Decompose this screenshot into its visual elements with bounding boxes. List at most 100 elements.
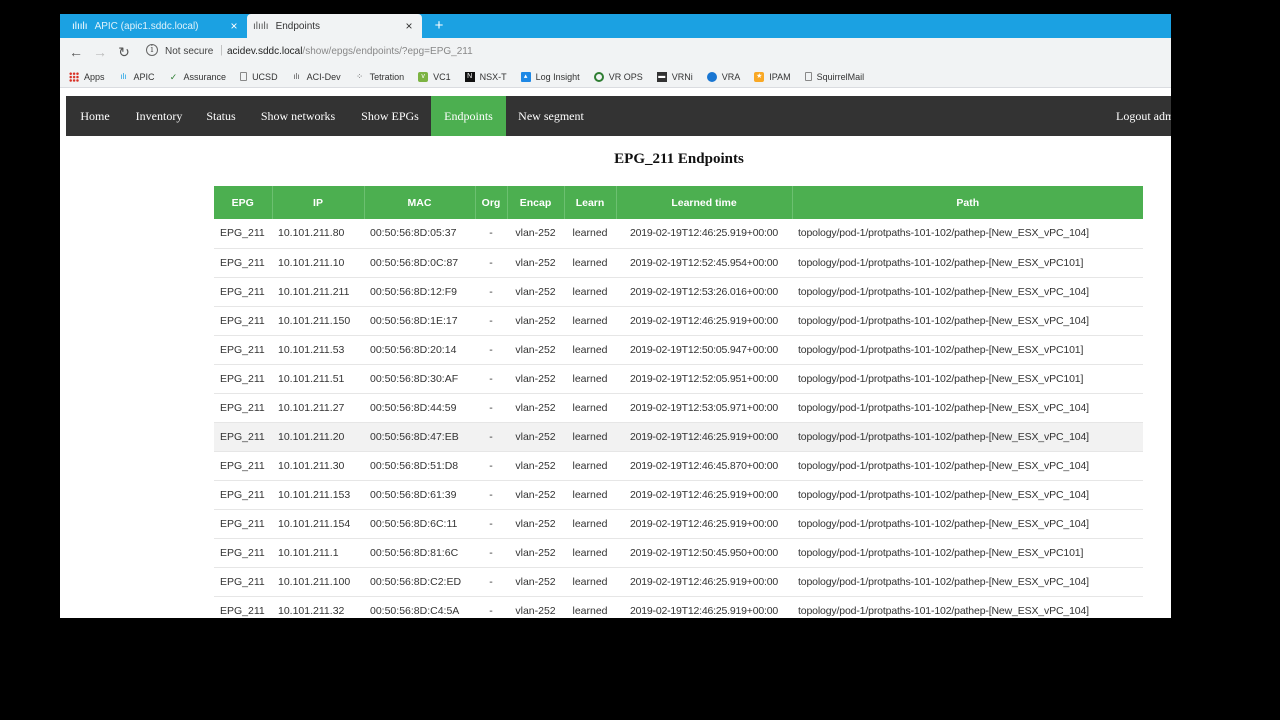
cell-learn: learned [564,364,616,394]
header-learn[interactable]: Learn [564,186,617,219]
close-tab-icon[interactable]: × [227,18,241,34]
bookmarks-bar: Apps ılı APIC ✓ Assurance UCSD ılı ACI-Dev … [60,66,1171,88]
cell-ip: 10.101.211.51 [272,364,364,394]
cell-encap: vlan-252 [507,393,564,423]
cell-encap: vlan-252 [507,509,564,539]
table-row[interactable]: EPG_211 10.101.211.32 00:50:56:8D:C4:5A - vl… [214,596,1143,618]
tab-endpoints[interactable]: ılıılı Endpoints × [247,14,422,38]
table-row[interactable]: EPG_211 10.101.211.80 00:50:56:8D:05:37- vl… [214,219,1143,249]
back-arrow-icon[interactable]: ← [67,43,85,61]
table-row[interactable]: EPG_211 10.101.211.211 00:50:56:8D:12:F9- v… [214,277,1143,307]
cell-path: topology/pod-1/protpaths-101-102/pathep-… [792,567,1143,597]
bookmark-squirrelmail[interactable]: SquirrelMail [804,72,864,82]
bookmark-aci-dev[interactable]: ılı ACI-Dev [292,72,340,82]
security-label[interactable]: Not secure [165,46,213,57]
table-row[interactable]: EPG_211 10.101.211.51 00:50:56:8D:30:AF - vl… [214,364,1143,394]
nav-home[interactable]: Home [71,96,119,136]
cisco-icon: ılıılı [253,20,269,32]
table-row[interactable]: EPG_211 10.101.211.153 00:50:56:8D:61:39- v… [214,480,1143,510]
table-row[interactable]: EPG_211 10.101.211.20 00:50:56:8D:47:EB - vl… [214,422,1143,452]
bookmark-ipam[interactable]: ★ IPAM [754,71,791,82]
bookmark-label: APIC [133,71,155,82]
nav-show-networks[interactable]: Show networks [253,96,343,136]
bookmark-vra[interactable]: VRA [706,71,740,82]
cell-learn: learned [564,219,616,249]
bookmark-apic[interactable]: ılı APIC [119,71,155,82]
bookmark-apps[interactable]: Apps [69,71,105,82]
tab-apic[interactable]: ılıılı APIC (apic1.sddc.local) × [72,14,247,38]
nav-endpoints[interactable]: Endpoints [431,96,506,136]
cell-epg: EPG_211 [214,422,272,452]
table-row[interactable]: EPG_211 10.101.211.27 00:50:56:8D:44:59- vl… [214,393,1143,423]
globe-icon [706,71,717,82]
bookmark-vr-ops[interactable]: VR OPS [593,71,643,82]
address-bar[interactable]: acidev.sddc.local/show/epgs/endpoints/?e… [227,46,473,57]
table-row[interactable]: EPG_211 10.101.211.154 00:50:56:8D:6C:11- v… [214,509,1143,539]
cell-org: - [475,219,507,249]
bookmark-vc1[interactable]: v VC1 [418,71,451,82]
cell-learn: learned [564,509,616,539]
table-row[interactable]: EPG_211 10.101.211.53 00:50:56:8D:20:14- vl… [214,335,1143,365]
info-icon[interactable]: i [146,44,158,56]
page-icon [804,72,812,81]
cell-org: - [475,596,507,618]
cell-org: - [475,277,507,307]
cell-path: topology/pod-1/protpaths-101-102/pathep-… [792,277,1143,307]
header-path[interactable]: Path [792,186,1143,219]
table-row[interactable]: EPG_211 10.101.211.100 00:50:56:8D:C2:ED - v… [214,567,1143,597]
cell-mac: 00:50:56:8D:61:39 [364,480,475,510]
header-encap[interactable]: Encap [507,186,565,219]
ipam-icon: ★ [754,71,765,82]
table-row[interactable]: EPG_211 10.101.211.1 00:50:56:8D:81:6C - vla… [214,538,1143,568]
cell-mac: 00:50:56:8D:47:EB [364,422,475,452]
bookmark-log-insight[interactable]: ▴ Log Insight [520,71,580,82]
cell-mac: 00:50:56:8D:C2:ED [364,567,475,597]
cell-encap: vlan-252 [507,422,564,452]
nav-status[interactable]: Status [200,96,242,136]
header-org[interactable]: Org [475,186,508,219]
bookmark-ucsd[interactable]: UCSD [240,72,278,82]
cell-learned-time: 2019-02-19T12:52:05.951+00:00 [616,364,792,394]
cell-epg: EPG_211 [214,364,272,394]
bookmark-vrni[interactable]: ▬ VRNi [656,71,693,82]
bookmark-nsx-t[interactable]: N NSX-T [464,71,507,82]
cell-org: - [475,393,507,423]
cell-org: - [475,248,507,278]
header-mac[interactable]: MAC [364,186,476,219]
reload-icon[interactable]: ↻ [115,43,133,61]
close-tab-icon[interactable]: × [402,18,416,34]
table-row[interactable]: EPG_211 10.101.211.150 00:50:56:8D:1E:17- v… [214,306,1143,336]
forward-arrow-icon[interactable]: → [91,43,109,61]
cell-epg: EPG_211 [214,596,272,618]
cisco-icon: ılıılı [72,20,88,32]
cell-learned-time: 2019-02-19T12:46:25.919+00:00 [616,567,792,597]
nav-show-epgs[interactable]: Show EPGs [354,96,426,136]
logout-link[interactable]: Logout admin [1116,96,1171,136]
cell-learned-time: 2019-02-19T12:46:25.919+00:00 [616,509,792,539]
bookmark-assurance[interactable]: ✓ Assurance [169,72,226,82]
bookmark-label: Log Insight [535,71,580,82]
table-row[interactable]: EPG_211 10.101.211.30 00:50:56:8D:51:D8- vl… [214,451,1143,481]
new-tab-button[interactable]: + [431,17,447,35]
nav-inventory[interactable]: Inventory [129,96,189,136]
cell-mac: 00:50:56:8D:1E:17 [364,306,475,336]
cell-ip: 10.101.211.100 [272,567,364,597]
cell-path: topology/pod-1/protpaths-101-102/pathep-… [792,509,1143,539]
cell-ip: 10.101.211.32 [272,596,364,618]
cell-learn: learned [564,567,616,597]
app-navbar: Home Inventory Status Show networks Show… [66,96,1171,136]
nav-new-segment[interactable]: New segment [511,96,591,136]
cell-epg: EPG_211 [214,306,272,336]
cell-learn: learned [564,451,616,481]
bookmark-tetration[interactable]: ⁘ Tetration [355,72,404,82]
cell-path: topology/pod-1/protpaths-101-102/pathep-… [792,538,1143,568]
cell-epg: EPG_211 [214,451,272,481]
cell-path: topology/pod-1/protpaths-101-102/pathep-… [792,364,1143,394]
header-epg[interactable]: EPG [214,186,273,219]
table-row[interactable]: EPG_211 10.101.211.10 00:50:56:8D:0C:87- vl… [214,248,1143,278]
cell-epg: EPG_211 [214,248,272,278]
header-learned-time[interactable]: Learned time [616,186,793,219]
cell-learn: learned [564,248,616,278]
cell-learned-time: 2019-02-19T12:52:45.954+00:00 [616,248,792,278]
header-ip[interactable]: IP [272,186,365,219]
